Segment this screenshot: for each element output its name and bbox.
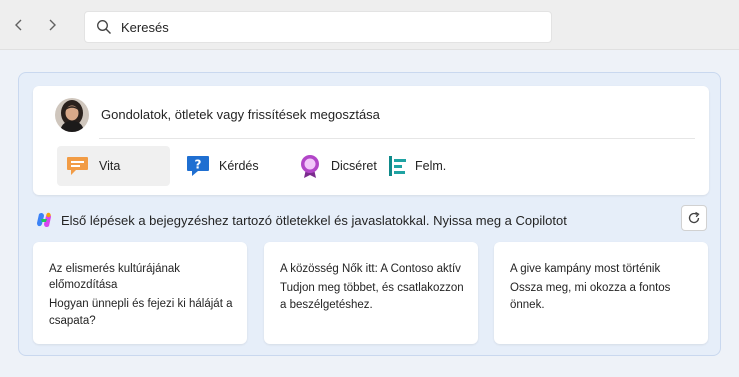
- post-type-question[interactable]: ? Kérdés: [185, 146, 265, 186]
- suggestion-description: Hogyan ünnepli és fejezi ki háláját a cs…: [49, 298, 233, 327]
- post-type-label: Felm.: [415, 159, 447, 173]
- copilot-icon: [35, 211, 53, 229]
- suggestion-title: A give kampány most történik: [510, 263, 661, 275]
- refresh-button[interactable]: [681, 205, 707, 231]
- top-bar: [0, 0, 739, 50]
- search-box[interactable]: [84, 11, 552, 43]
- composer-divider: [99, 138, 695, 139]
- svg-text:?: ?: [195, 158, 202, 172]
- feed-panel: Gondolatok, ötletek vagy frissítések meg…: [18, 72, 721, 356]
- suggestion-description: Tudjon meg többet, és csatlakozzon a bes…: [280, 282, 464, 311]
- praise-badge-icon: [297, 153, 323, 179]
- post-type-praise[interactable]: Dicséret: [297, 146, 387, 186]
- search-icon: [96, 19, 112, 35]
- post-type-poll[interactable]: Felm.: [385, 146, 465, 186]
- post-type-discussion[interactable]: Vita: [57, 146, 170, 186]
- suggestion-description: Ossza meg, mi okozza a fontos önnek.: [510, 282, 671, 311]
- suggestion-title: Az elismerés kultúrájának előmozdítása: [49, 263, 181, 291]
- suggestion-card[interactable]: A közösség Nők itt: A Contoso aktív Tudj…: [264, 242, 478, 344]
- discussion-icon: [65, 153, 91, 179]
- forward-button[interactable]: [42, 14, 62, 36]
- suggestion-title: A közösség Nők itt: A Contoso aktív: [280, 263, 461, 275]
- avatar[interactable]: [55, 98, 89, 132]
- suggestion-card[interactable]: Az elismerés kultúrájának előmozdítása H…: [33, 242, 247, 344]
- compose-prompt[interactable]: Gondolatok, ötletek vagy frissítések meg…: [101, 107, 380, 122]
- search-input[interactable]: [121, 19, 521, 35]
- question-icon: ?: [185, 153, 211, 179]
- post-type-label: Dicséret: [331, 159, 377, 173]
- back-button[interactable]: [9, 14, 29, 36]
- suggestion-card[interactable]: A give kampány most történik Ossza meg, …: [494, 242, 708, 344]
- poll-icon: [385, 153, 411, 179]
- copilot-prompt-text[interactable]: Első lépések a bejegyzéshez tartozó ötle…: [61, 213, 567, 228]
- post-composer: Gondolatok, ötletek vagy frissítések meg…: [33, 86, 709, 195]
- post-type-label: Vita: [99, 159, 121, 173]
- refresh-icon: [688, 211, 700, 224]
- copilot-suggestion-bar: Első lépések a bejegyzéshez tartozó ötle…: [33, 205, 709, 231]
- chevron-right-icon: [49, 19, 56, 31]
- chevron-left-icon: [15, 19, 22, 31]
- post-type-label: Kérdés: [219, 159, 259, 173]
